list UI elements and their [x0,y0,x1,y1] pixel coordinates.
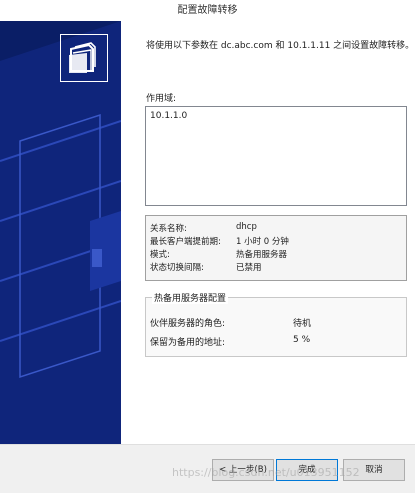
summary-key: 关系名称: [150,224,187,234]
summary-key: 模式: [150,250,170,260]
scope-item[interactable]: 10.1.1.0 [150,111,187,121]
partner-role-row: 伙伴服务器的角色: 待机 [150,316,311,329]
row-value: 待机 [293,319,312,329]
scope-list[interactable]: 10.1.1.0 [145,106,407,206]
intro-text: 将使用以下参数在 dc.abc.com 和 10.1.1.11 之间设置故障转移… [146,41,415,51]
window-title: 配置故障转移 [0,0,415,21]
reserve-address-row: 保留为备用的地址: 5 % [150,335,310,348]
wizard-side-banner [0,21,121,444]
row-key: 保留为备用的地址: [150,338,226,348]
summary-value: dhcp [236,222,257,232]
watermark: https://blog.csdn.net/u013951152 [172,466,360,479]
wizard-content: 将使用以下参数在 dc.abc.com 和 10.1.1.11 之间设置故障转移… [121,21,415,444]
server-graphic [0,21,121,444]
summary-key: 最长客户端提前期: [150,237,221,247]
summary-value: 热备用服务器 [236,250,288,260]
failover-summary: 关系名称: dhcp 最长客户端提前期: 1 小时 0 分钟 模式: 热备用服务… [145,215,407,281]
folders-icon [60,34,108,82]
row-key: 伙伴服务器的角色: [150,319,226,329]
scope-label: 作用域: [146,94,177,104]
summary-value: 已禁用 [236,263,262,273]
summary-key: 状态切换间隔: [150,263,204,273]
hot-standby-group: 热备用服务器配置 伙伴服务器的角色: 待机 保留为备用的地址: 5 % [145,291,407,357]
row-value: 5 % [293,335,311,345]
summary-value: 1 小时 0 分钟 [236,237,289,247]
group-title: 热备用服务器配置 [152,291,229,304]
